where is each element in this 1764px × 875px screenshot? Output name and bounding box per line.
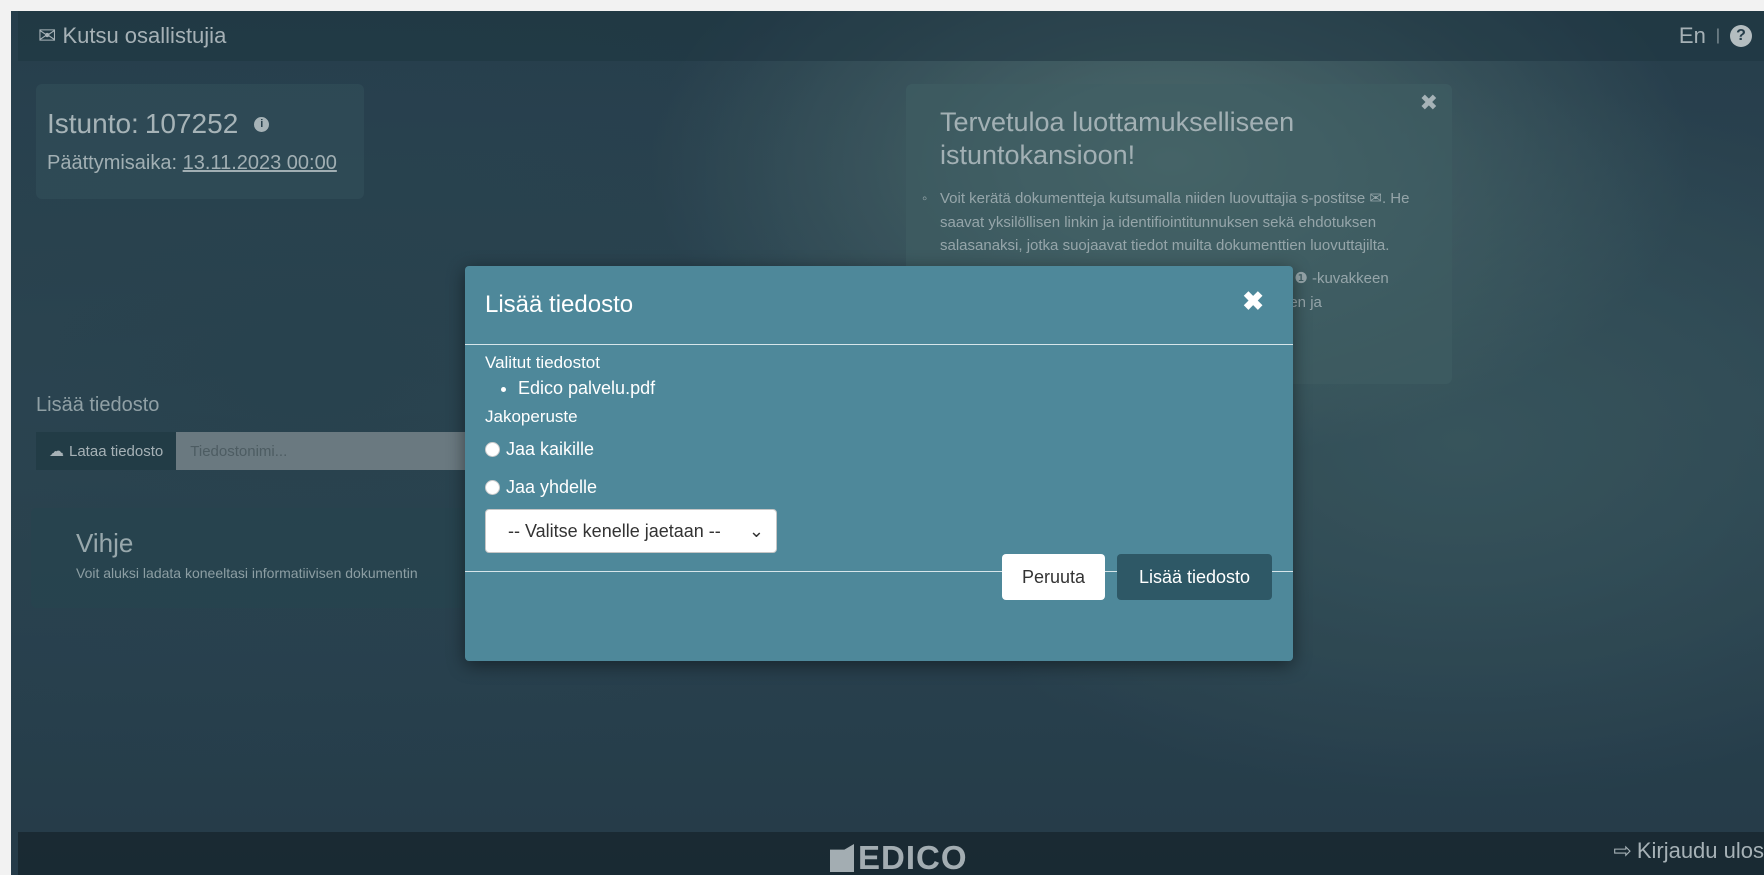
dialog-title: Lisää tiedosto — [485, 291, 634, 318]
add-file-dialog: Lisää tiedosto ✖ Valitut tiedostot Edico… — [465, 266, 1293, 661]
radio-share-all[interactable]: Jaa kaikille — [485, 433, 1275, 465]
share-one-label: Jaa yhdelle — [506, 476, 598, 497]
dialog-body: Valitut tiedostot Edico palvelu.pdf Jako… — [485, 353, 1275, 553]
cancel-button[interactable]: Peruuta — [1002, 554, 1105, 600]
list-item: Edico palvelu.pdf — [518, 377, 1275, 399]
dialog-header: Lisää tiedosto ✖ — [465, 266, 1293, 345]
chevron-down-icon: ⌄ — [748, 520, 764, 541]
radio-button[interactable] — [485, 441, 500, 457]
radio-button[interactable] — [485, 479, 500, 495]
share-all-label: Jaa kaikille — [506, 438, 595, 459]
add-file-button[interactable]: Lisää tiedosto — [1117, 554, 1272, 600]
selected-files-label: Valitut tiedostot — [485, 353, 600, 372]
select-value: -- Valitse kenelle jaetaan -- — [508, 520, 721, 541]
recipient-select[interactable]: -- Valitse kenelle jaetaan -- ⌄ — [485, 509, 777, 553]
radio-share-one[interactable]: Jaa yhdelle — [485, 471, 1275, 503]
selected-files-list: Edico palvelu.pdf — [485, 377, 1275, 399]
sharing-basis-label: Jakoperuste — [485, 407, 578, 426]
close-icon[interactable]: ✖ — [1242, 286, 1264, 317]
